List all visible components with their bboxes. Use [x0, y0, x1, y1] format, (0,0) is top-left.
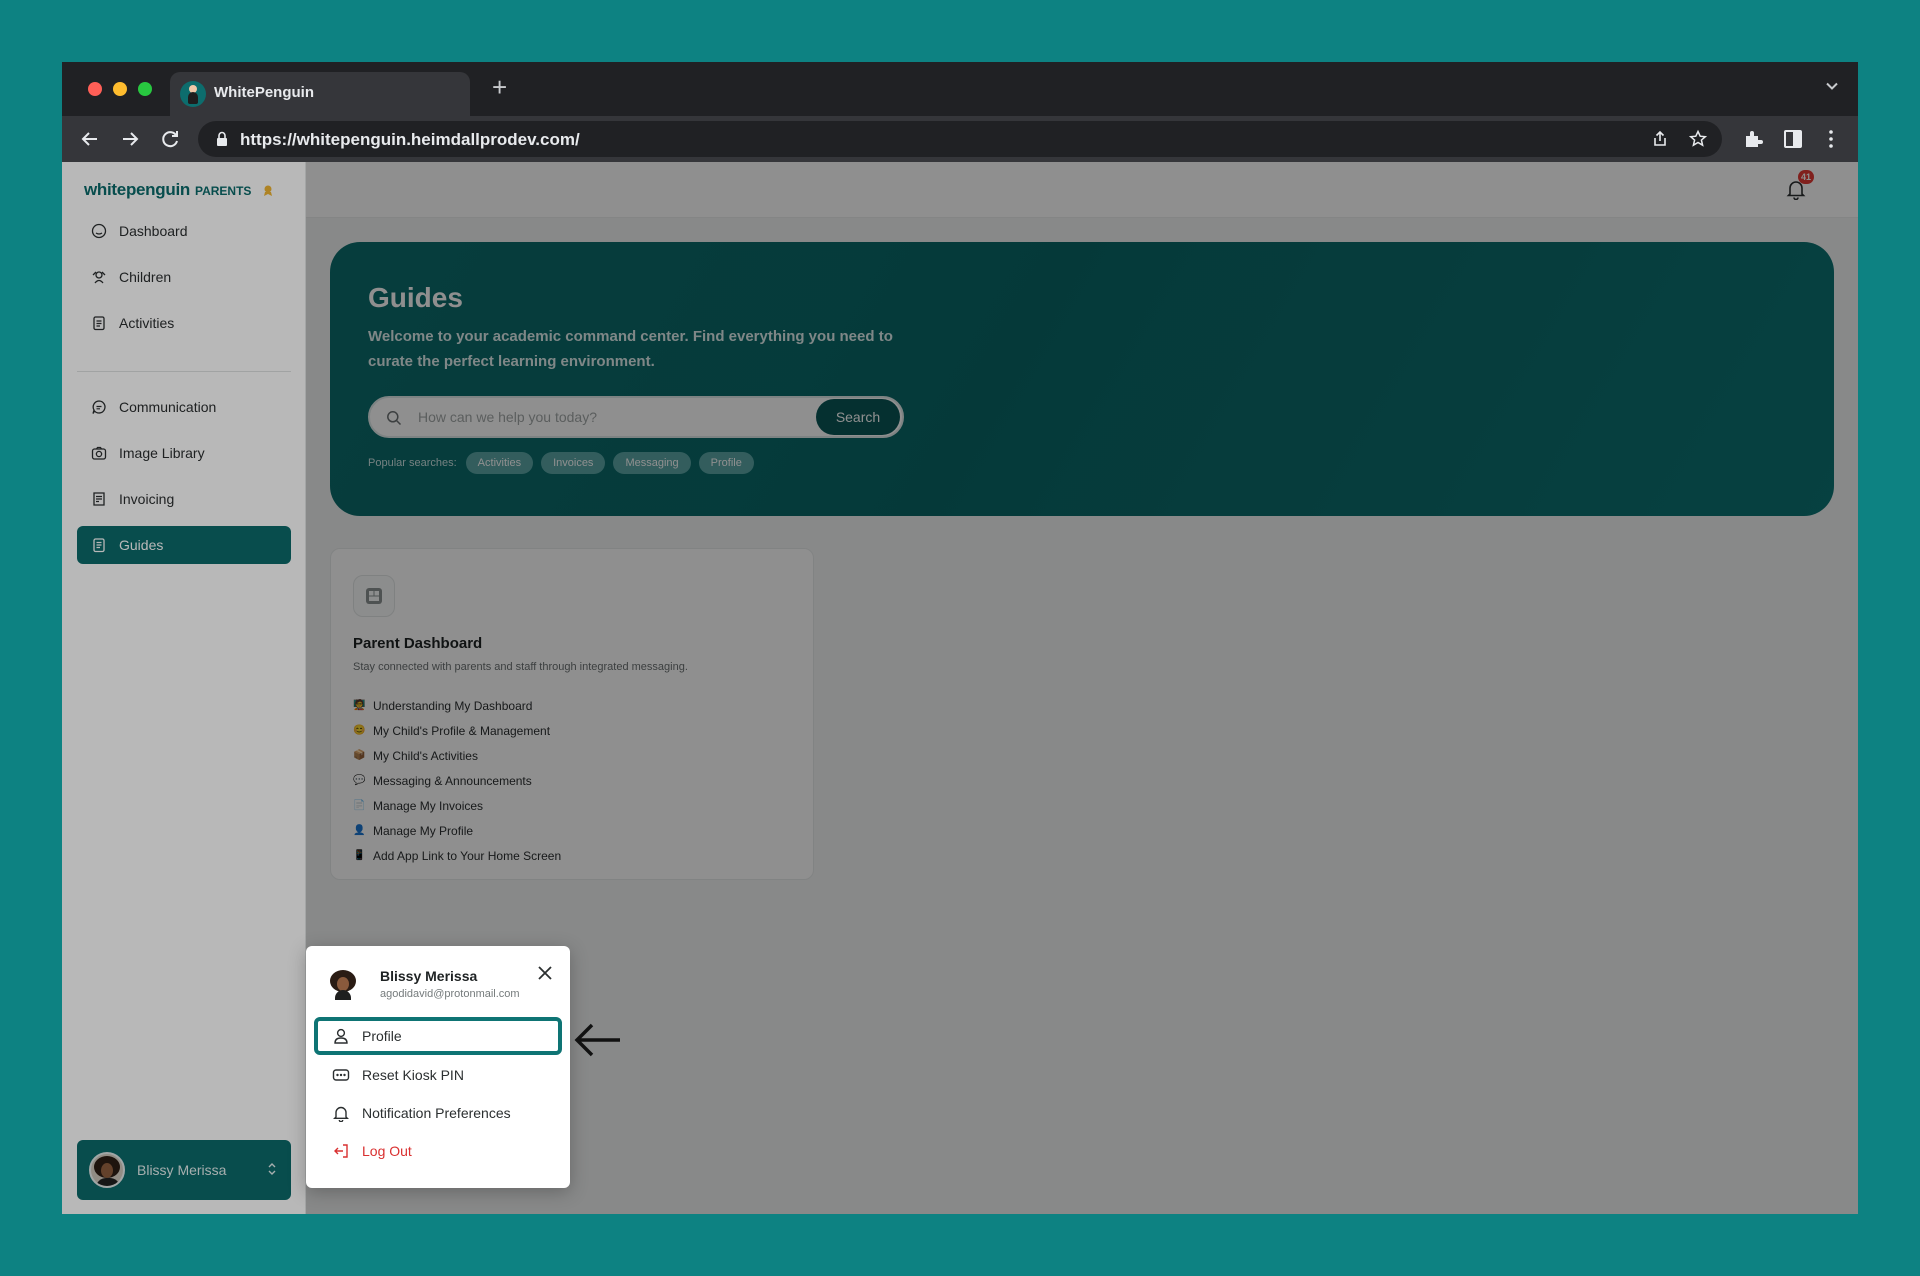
tab-bar: WhitePenguin + [62, 62, 1858, 116]
pin-icon [332, 1069, 350, 1081]
browser-window: WhitePenguin + https://whitepenguin.heim… [62, 62, 1858, 1214]
profile-menu-item-label: Log Out [362, 1143, 412, 1159]
forward-arrow-icon[interactable] [118, 127, 142, 151]
profile-menu-item-reset-kiosk-pin[interactable]: Reset Kiosk PIN [314, 1056, 562, 1094]
logout-icon [334, 1144, 348, 1158]
profile-email: agodidavid@protonmail.com [380, 988, 520, 1000]
sidebar-dim-overlay[interactable] [62, 162, 306, 1214]
browser-tab[interactable]: WhitePenguin [170, 72, 470, 116]
minimize-window-button[interactable] [113, 82, 127, 96]
app-viewport: whitepenguin PARENTS Dashboard Children … [62, 162, 1858, 1214]
new-tab-button[interactable]: + [492, 74, 507, 100]
profile-menu-item-label: Profile [362, 1028, 402, 1044]
close-icon[interactable] [536, 964, 554, 982]
lock-icon [217, 131, 227, 146]
profile-menu-item-label: Reset Kiosk PIN [362, 1067, 464, 1083]
browser-toolbar: https://whitepenguin.heimdallprodev.com/ [62, 116, 1858, 162]
chevron-down-icon[interactable] [1824, 78, 1840, 94]
profile-menu-popup: Blissy Merissa agodidavid@protonmail.com… [306, 946, 570, 1188]
profile-name: Blissy Merissa [380, 968, 478, 984]
user-icon [334, 1028, 348, 1044]
maximize-window-button[interactable] [138, 82, 152, 96]
address-bar[interactable]: https://whitepenguin.heimdallprodev.com/ [198, 121, 1722, 157]
profile-menu-item-profile[interactable]: Profile [314, 1017, 562, 1055]
annotation-arrow-icon [574, 1023, 620, 1057]
bookmark-star-icon[interactable] [1688, 129, 1708, 149]
reload-icon[interactable] [158, 127, 182, 151]
back-arrow-icon[interactable] [78, 127, 102, 151]
profile-menu-item-label: Notification Preferences [362, 1105, 511, 1121]
profile-menu-item-notification-preferences[interactable]: Notification Preferences [314, 1094, 562, 1132]
bell-icon [333, 1106, 349, 1122]
url-text: https://whitepenguin.heimdallprodev.com/ [240, 130, 580, 149]
favicon-icon [180, 81, 206, 107]
share-icon[interactable] [1650, 129, 1670, 149]
sidepanel-icon[interactable] [1782, 128, 1804, 150]
close-window-button[interactable] [88, 82, 102, 96]
profile-menu-item-log-out[interactable]: Log Out [314, 1132, 562, 1170]
tab-title: WhitePenguin [214, 84, 314, 101]
more-vertical-icon[interactable] [1820, 128, 1842, 150]
extensions-icon[interactable] [1742, 128, 1764, 150]
avatar [330, 970, 356, 1000]
